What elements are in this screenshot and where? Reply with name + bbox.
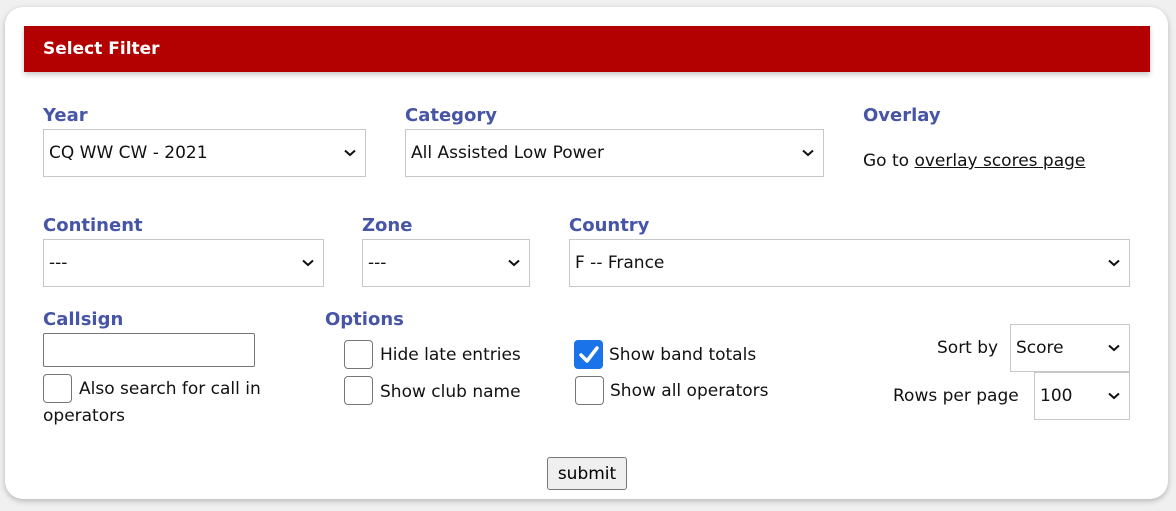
rows-per-page-selected-value: 100: [1040, 386, 1073, 406]
show-all-operators-checkbox[interactable]: [575, 376, 604, 405]
show-club-name-checkbox[interactable]: [344, 376, 373, 405]
chevron-down-icon: [302, 240, 314, 286]
show-club-name-label: Show club name: [380, 382, 521, 402]
show-all-operators-label: Show all operators: [610, 381, 769, 401]
also-search-operators-checkbox[interactable]: [43, 374, 72, 403]
rows-per-page-label: Rows per page: [893, 386, 1019, 406]
country-label: Country: [569, 215, 650, 236]
overlay-text: Go to overlay scores page: [863, 151, 1085, 171]
submit-button[interactable]: submit: [547, 457, 627, 490]
callsign-label: Callsign: [43, 309, 124, 330]
year-selected-value: CQ WW CW - 2021: [49, 143, 208, 163]
hide-late-entries-label: Hide late entries: [380, 345, 521, 365]
options-label: Options: [325, 309, 404, 330]
zone-selected-value: ---: [368, 253, 387, 273]
overlay-prefix: Go to: [863, 151, 910, 171]
year-select[interactable]: CQ WW CW - 2021: [43, 129, 366, 177]
sort-by-selected-value: Score: [1016, 338, 1064, 358]
also-search-label-line2: operators: [43, 406, 125, 426]
show-band-totals-label: Show band totals: [609, 345, 757, 365]
year-label: Year: [43, 105, 88, 126]
show-band-totals-checkbox[interactable]: [574, 340, 603, 369]
zone-label: Zone: [362, 215, 413, 236]
chevron-down-icon: [802, 130, 814, 176]
continent-select[interactable]: ---: [43, 239, 324, 287]
rows-per-page-select[interactable]: 100: [1034, 372, 1130, 420]
sort-by-select[interactable]: Score: [1010, 324, 1130, 372]
header-title: Select Filter: [43, 39, 160, 59]
continent-selected-value: ---: [49, 253, 68, 273]
category-select[interactable]: All Assisted Low Power: [405, 129, 824, 177]
checkmark-icon: [579, 346, 599, 363]
filter-header: Select Filter: [24, 26, 1150, 72]
country-select[interactable]: F -- France: [569, 239, 1130, 287]
overlay-label: Overlay: [863, 105, 941, 126]
sort-by-label: Sort by: [937, 338, 999, 358]
continent-label: Continent: [43, 215, 143, 236]
chevron-down-icon: [344, 130, 356, 176]
zone-select[interactable]: ---: [362, 239, 530, 287]
chevron-down-icon: [1108, 240, 1120, 286]
category-label: Category: [405, 105, 498, 126]
overlay-scores-link[interactable]: overlay scores page: [914, 151, 1085, 171]
country-selected-value: F -- France: [575, 253, 665, 273]
callsign-input[interactable]: [43, 333, 255, 367]
chevron-down-icon: [508, 240, 520, 286]
category-selected-value: All Assisted Low Power: [411, 143, 605, 163]
chevron-down-icon: [1108, 325, 1120, 371]
hide-late-entries-checkbox[interactable]: [344, 340, 373, 369]
chevron-down-icon: [1108, 373, 1120, 419]
also-search-label-line1: Also search for call in: [79, 379, 261, 399]
